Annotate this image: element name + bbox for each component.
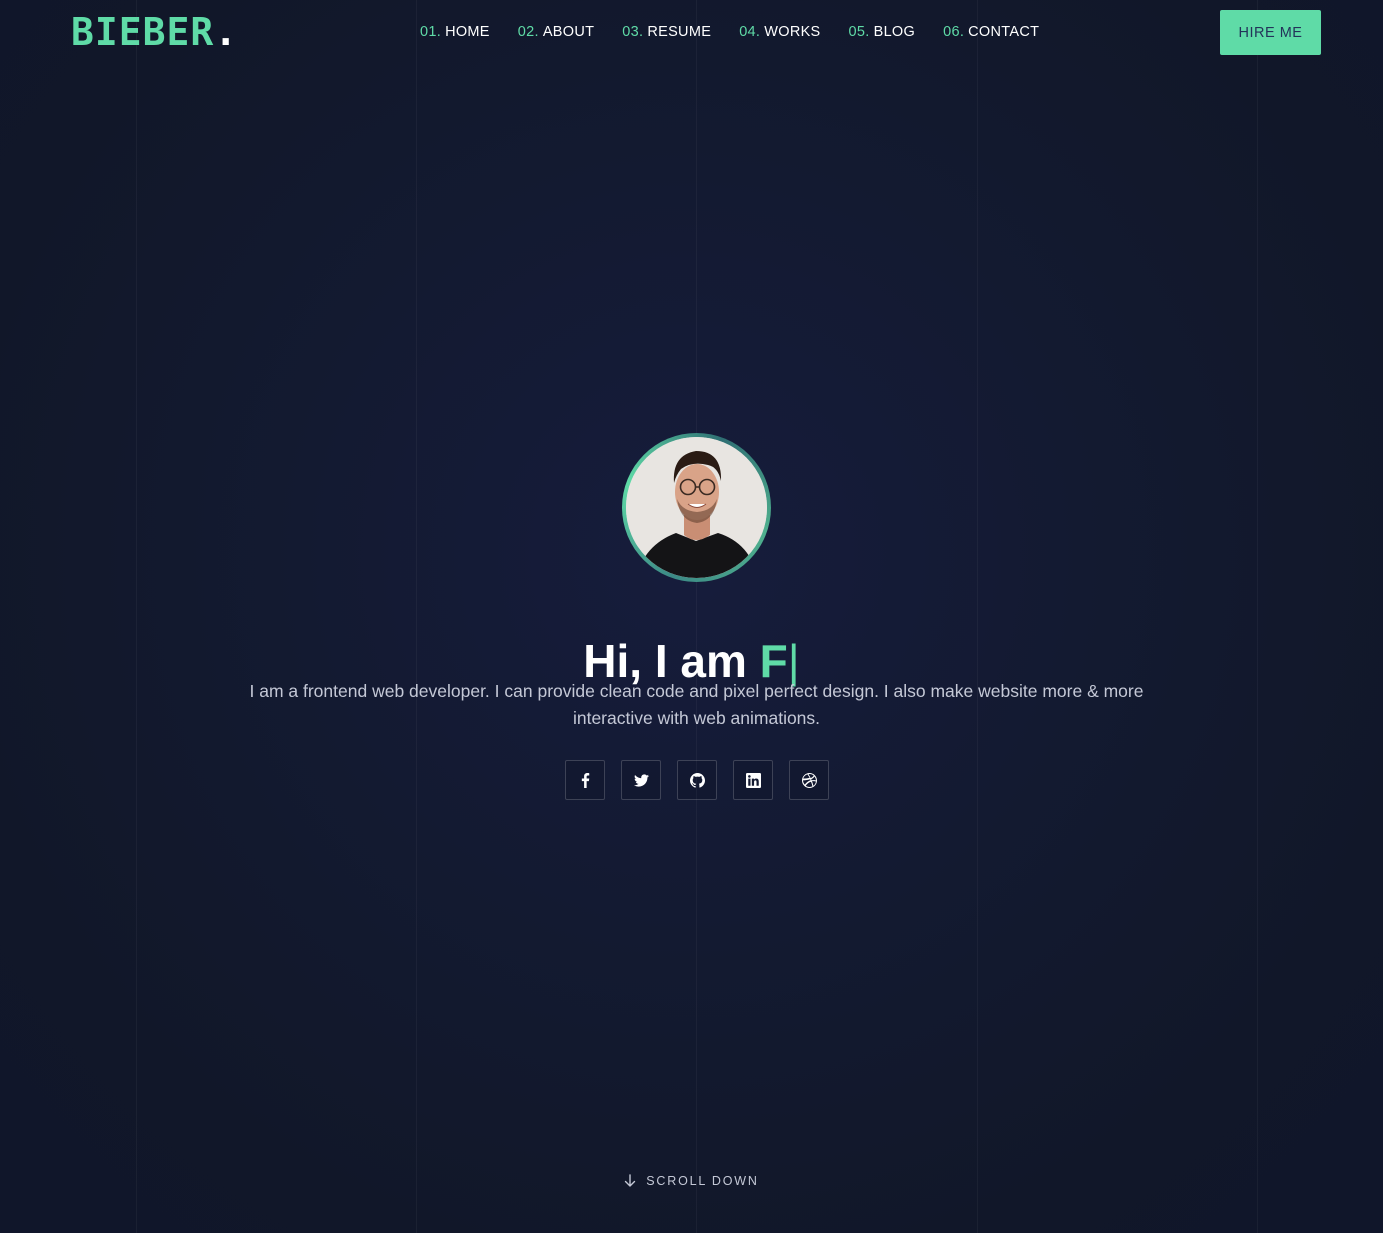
grid-line [136,0,137,1233]
dribbble-icon [801,772,817,788]
linkedin-link[interactable] [733,760,773,800]
nav-item-contact[interactable]: 06. CONTACT [943,22,1039,42]
github-link[interactable] [677,760,717,800]
logo-text: BIEBER [71,10,215,54]
nav-label: RESUME [647,24,712,40]
nav-item-blog[interactable]: 05. BLOG [849,22,916,42]
facebook-link[interactable] [565,760,605,800]
grid-line [696,0,697,1233]
hire-me-button[interactable]: HIRE ME [1220,10,1321,55]
main-nav: 01. HOME 02. ABOUT 03. RESUME 04. WORKS 05. B… [420,22,1039,42]
nav-label: WORKS [764,24,821,40]
twitter-link[interactable] [621,760,661,800]
hero-description: I am a frontend web developer. I can pro… [249,681,1144,728]
nav-number: 01. [420,24,442,40]
linkedin-icon [745,772,761,788]
scroll-down-label: SCROLL DOWN [646,1174,759,1188]
logo[interactable]: BIEBER. [71,10,238,54]
nav-label: ABOUT [542,24,595,40]
github-icon [689,772,705,788]
background-grid-lines [0,0,1383,1233]
nav-number: 02. [517,24,539,40]
site-header: BIEBER. 01. HOME 02. ABOUT 03. RESUME 04. WO… [0,0,1383,64]
avatar [622,433,771,582]
nav-label: BLOG [873,24,916,40]
nav-label: HOME [445,24,490,40]
nav-number: 06. [943,24,965,40]
nav-item-resume[interactable]: 03. RESUME [622,22,711,42]
nav-number: 05. [848,24,870,40]
dribbble-link[interactable] [789,760,829,800]
person-portrait-image [626,437,767,578]
avatar-photo [626,437,767,578]
facebook-icon [581,772,589,788]
nav-number: 04. [739,24,761,40]
nav-number: 03. [622,24,644,40]
grid-line [1257,0,1258,1233]
grid-line [416,0,417,1233]
grid-line [977,0,978,1233]
social-links [565,760,829,800]
nav-label: CONTACT [968,24,1040,40]
logo-dot: . [214,10,239,54]
nav-item-works[interactable]: 04. WORKS [739,22,820,42]
scroll-down-link[interactable]: SCROLL DOWN [0,1174,1383,1188]
twitter-icon [633,773,649,787]
arrow-down-icon [625,1174,636,1187]
nav-item-home[interactable]: 01. HOME [420,22,490,42]
nav-item-about[interactable]: 02. ABOUT [518,22,595,42]
